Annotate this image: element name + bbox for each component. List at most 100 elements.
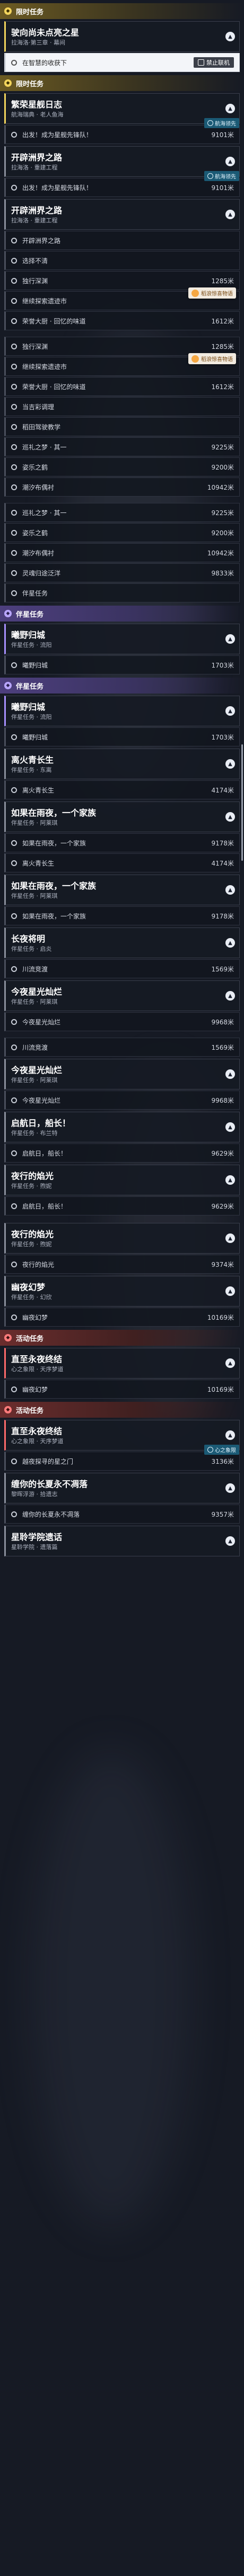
section-header[interactable]: ◆ 活动任务 bbox=[0, 1330, 244, 1346]
quest-objective[interactable]: 荣誉大厨 · 回忆的味道 1612米 bbox=[4, 311, 240, 330]
chevron-up-icon[interactable]: ▲ bbox=[225, 991, 235, 1001]
section-header[interactable]: ◆ 伴星任务 bbox=[0, 606, 244, 622]
objective-text: 潮汐布偶衬 bbox=[22, 549, 55, 557]
objective-distance: 4174米 bbox=[211, 786, 234, 794]
quest-card[interactable]: 曦野归城 伴星任务 · 流阳 ▲ bbox=[4, 696, 240, 726]
event-popup[interactable]: 稻浪惊喜物语 bbox=[188, 353, 236, 364]
quest-card[interactable]: 驶向尚未点亮之星 拉海洛·第三章 · 幕间 ▲ bbox=[4, 21, 240, 52]
event-popup[interactable]: 稻浪惊喜物语 bbox=[188, 287, 236, 299]
chevron-up-icon[interactable]: ▲ bbox=[225, 938, 235, 948]
quest-objective[interactable]: 荣誉大厨 · 回忆的味道 1612米 bbox=[4, 377, 240, 396]
chevron-up-icon[interactable]: ▲ bbox=[225, 634, 235, 644]
quest-objective[interactable]: 选择不清 bbox=[4, 251, 240, 270]
chevron-up-icon[interactable]: ▲ bbox=[225, 706, 235, 716]
section-header[interactable]: ◆ 限时任务 bbox=[0, 3, 244, 19]
chevron-up-icon[interactable]: ▲ bbox=[225, 1483, 235, 1493]
chevron-up-icon[interactable]: ▲ bbox=[225, 1069, 235, 1079]
quest-objective[interactable]: 继续探索遗迹市 稻浪惊喜物语 bbox=[4, 353, 240, 376]
quest-title: 启航日，船长！ bbox=[11, 1118, 71, 1128]
chevron-up-icon[interactable]: ▲ bbox=[225, 1233, 235, 1243]
chevron-up-icon[interactable]: ▲ bbox=[225, 1430, 235, 1440]
quest-objective[interactable]: 夜行的焰光 9374米 bbox=[4, 1255, 240, 1274]
chevron-up-icon[interactable]: ▲ bbox=[225, 1286, 235, 1296]
quest-objective[interactable]: 潮汐布偶衬 10942米 bbox=[4, 478, 240, 497]
chevron-up-icon[interactable]: ▲ bbox=[225, 1358, 235, 1368]
section-header[interactable]: ◆ 活动任务 bbox=[0, 1402, 244, 1418]
quest-card[interactable]: 启航日，船长！ 伴星任务 · 布兰特 ▲ bbox=[4, 1112, 240, 1142]
objective-ring-icon bbox=[11, 277, 17, 284]
quest-objective[interactable]: 川流竞渡 1569米 bbox=[4, 959, 240, 978]
quest-objective[interactable]: 出发！成为星舰先锋队！ 9101米 航海领先 bbox=[4, 118, 240, 144]
objective-text: 幽夜幻梦 bbox=[22, 1313, 48, 1321]
quest-objective[interactable]: 姿乐之鹤 9200米 bbox=[4, 457, 240, 476]
quest-category-icon: ◆ bbox=[4, 1334, 12, 1341]
quest-subtitle: 拉海洛 · 重建工程 bbox=[11, 217, 58, 224]
quest-objective[interactable]: 开辟洲界之路 bbox=[4, 231, 240, 250]
quest-objective[interactable]: 巡礼之梦 · 其一 9225米 bbox=[4, 503, 240, 522]
quest-objective[interactable]: 如果在雨夜，一个家族 9178米 bbox=[4, 833, 240, 852]
objective-text: 姿乐之鹤 bbox=[22, 463, 48, 471]
quest-card[interactable]: 如果在雨夜，一个家族 伴星任务 · 阿莱琪 ▲ bbox=[4, 875, 240, 905]
quest-objective[interactable]: 继续探索遗迹市 稻浪惊喜物语 bbox=[4, 287, 240, 310]
quest-objective[interactable]: 幽夜幻梦 10169米 bbox=[4, 1308, 240, 1327]
quest-objective[interactable]: 启航日，船长！ 9629米 bbox=[4, 1196, 240, 1215]
quest-objective[interactable]: 今夜星光灿烂 9968米 bbox=[4, 1091, 240, 1110]
quest-objective[interactable]: 灵魂归途泛洋 9833米 bbox=[4, 563, 240, 582]
quest-card[interactable]: 缠你的长夏永不凋落 黎晖浮游 · 拾遗志 ▲ bbox=[4, 1473, 240, 1503]
chevron-up-icon[interactable]: ▲ bbox=[225, 157, 235, 166]
section-header[interactable]: ◆ 限时任务 bbox=[0, 75, 244, 91]
chevron-up-icon[interactable]: ▲ bbox=[225, 210, 235, 219]
quest-card[interactable]: 开辟洲界之路 拉海洛 · 重建工程 ▲ bbox=[4, 199, 240, 230]
quest-objective[interactable]: 在智慧的收获下 禁止联机 bbox=[4, 53, 240, 72]
quest-objective[interactable]: 离火青长生 4174米 bbox=[4, 853, 240, 872]
quest-card[interactable]: 长夜将明 伴星任务 · 启炎 ▲ bbox=[4, 927, 240, 958]
quest-card[interactable]: 曦野归城 伴星任务 · 流阳 ▲ bbox=[4, 624, 240, 654]
quest-card[interactable]: 今夜星光灿烂 伴星任务 · 阿莱琪 ▲ bbox=[4, 980, 240, 1011]
quest-objective[interactable]: 缠你的长夏永不凋落 9357米 bbox=[4, 1505, 240, 1524]
objective-text: 离火青长生 bbox=[22, 786, 55, 794]
coop-lock-badge: 禁止联机 bbox=[194, 57, 234, 68]
quest-objective[interactable]: 曦野归城 1703米 bbox=[4, 727, 240, 746]
objective-text: 当吉彩调理 bbox=[22, 403, 55, 411]
objective-distance: 1285米 bbox=[211, 343, 234, 350]
quest-objective[interactable]: 曦野归城 1703米 bbox=[4, 655, 240, 674]
quest-objective[interactable]: 潮汐布偶衬 10942米 bbox=[4, 543, 240, 562]
quest-objective[interactable]: 启航日，船长！ 9629米 bbox=[4, 1143, 240, 1163]
quest-objective[interactable]: 离火青长生 4174米 bbox=[4, 780, 240, 799]
quest-objective[interactable]: 川流竞渡 1569米 bbox=[4, 1038, 240, 1057]
chevron-up-icon[interactable]: ▲ bbox=[225, 812, 235, 822]
quest-objective[interactable]: 幽夜幻梦 10169米 bbox=[4, 1380, 240, 1399]
section-header[interactable]: ◆ 伴星任务 bbox=[0, 678, 244, 693]
chevron-up-icon[interactable]: ▲ bbox=[225, 1122, 235, 1132]
lock-icon bbox=[198, 59, 204, 66]
quest-card[interactable]: 如果在雨夜，一个家族 伴星任务 · 阿莱琪 ▲ bbox=[4, 801, 240, 832]
chevron-up-icon[interactable]: ▲ bbox=[225, 104, 235, 113]
quest-objective[interactable]: 出发！成为星舰先锋队！ 9101米 航海领先 bbox=[4, 171, 240, 197]
quest-card[interactable]: 直至永夜终结 心之象限 · 天序梦道 ▲ bbox=[4, 1348, 240, 1379]
quest-objective[interactable]: 越夜探寻的星之门 3136米 心之象限 bbox=[4, 1445, 240, 1471]
chevron-up-icon[interactable]: ▲ bbox=[225, 759, 235, 769]
quest-objective[interactable]: 巡礼之梦 · 其一 9225米 bbox=[4, 437, 240, 456]
quest-title: 长夜将明 bbox=[11, 934, 46, 944]
quest-card[interactable]: 星聆学院遗话 星聆学院 · 遗落篇 ▲ bbox=[4, 1526, 240, 1556]
chevron-up-icon[interactable]: ▲ bbox=[225, 32, 235, 41]
chevron-up-icon[interactable]: ▲ bbox=[225, 1175, 235, 1185]
quest-subtitle: 伴星任务 · 阿莱琪 bbox=[11, 819, 58, 826]
quest-card[interactable]: 今夜星光灿烂 伴星任务 · 阿莱琪 ▲ bbox=[4, 1059, 240, 1089]
chevron-up-icon[interactable]: ▲ bbox=[225, 1536, 235, 1546]
objective-ring-icon bbox=[11, 343, 17, 349]
quest-card[interactable]: 幽夜幻梦 伴星任务 · 幻欣 ▲ bbox=[4, 1276, 240, 1307]
objective-distance: 3136米 bbox=[211, 1457, 234, 1465]
quest-objective[interactable]: 姿乐之鹤 9200米 bbox=[4, 523, 240, 542]
quest-card[interactable]: 离火青长生 伴星任务 · 东离 ▲ bbox=[4, 749, 240, 779]
quest-objective[interactable]: 当吉彩调理 bbox=[4, 397, 240, 416]
quest-objective[interactable]: 稻田驾驶教学 bbox=[4, 417, 240, 436]
chevron-up-icon[interactable]: ▲ bbox=[225, 885, 235, 895]
quest-objective[interactable]: 伴星任务 bbox=[4, 583, 240, 602]
scrollbar[interactable] bbox=[241, 744, 243, 861]
quest-card[interactable]: 夜行的焰光 伴星任务 · 煦妮 ▲ bbox=[4, 1223, 240, 1254]
quest-objective[interactable]: 如果在雨夜，一个家族 9178米 bbox=[4, 906, 240, 925]
quest-objective[interactable]: 今夜星光灿烂 9968米 bbox=[4, 1012, 240, 1031]
quest-card[interactable]: 夜行的焰光 伴星任务 · 煦妮 ▲ bbox=[4, 1165, 240, 1195]
